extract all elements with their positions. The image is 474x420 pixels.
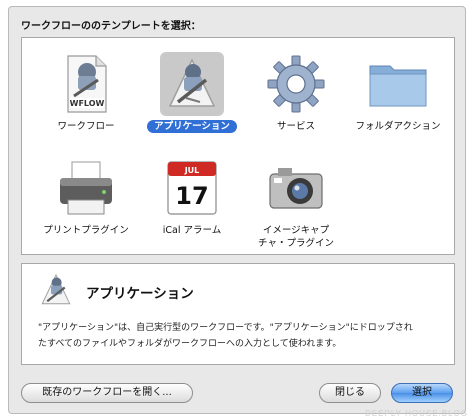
choose-button[interactable]: 選択 (391, 383, 453, 403)
template-label: サービス (276, 121, 315, 132)
template-label: アプリケーション (138, 120, 246, 133)
template-label: フォルダアクション (355, 121, 441, 132)
automator-application-icon (36, 270, 76, 310)
template-description-panel: アプリケーション "アプリケーション"は、自己実行型のワークフローです。"アプリ… (21, 263, 455, 365)
template-image-capture-plugin[interactable]: イメージキャプ チャ・プラグイン (242, 150, 350, 249)
prompt-label: ワークフローののテンプレートを選択： (21, 21, 201, 32)
template-ical-alarm[interactable]: JUL 17 iCal アラーム (138, 150, 246, 246)
template-service[interactable]: サービス (242, 46, 350, 142)
template-application[interactable]: アプリケーション (138, 46, 246, 142)
watermark: DEEPLY HOUSE.BLOG (365, 409, 468, 418)
calendar-month: JUL (184, 166, 200, 175)
wflow-label: WFLOW (70, 99, 105, 108)
wflow-document-icon: WFLOW (54, 52, 118, 116)
template-grid: WFLOW ワークフロー アプリケーション サービス フォルダアクション プリン… (21, 37, 455, 255)
template-label: iCal アラーム (162, 225, 222, 236)
open-existing-workflow-button[interactable]: 既存のワークフローを開く... (21, 383, 193, 403)
template-label: プリントプラグイン (43, 225, 129, 236)
template-label: イメージキャプ チャ・プラグイン (258, 225, 334, 249)
template-chooser-sheet: ワークフローののテンプレートを選択： WFLOW ワークフロー アプリケーション… (8, 6, 466, 414)
printer-icon (54, 156, 118, 220)
calendar-day: 17 (175, 182, 208, 210)
template-label: ワークフロー (57, 121, 115, 132)
automator-application-icon (160, 52, 224, 116)
template-folder-action[interactable]: フォルダアクション (344, 46, 452, 142)
description-text: "アプリケーション"は、自己実行型のワークフローです。"アプリケーション"にドロ… (38, 323, 413, 349)
description-title: アプリケーション (86, 286, 194, 302)
camera-icon (264, 156, 328, 220)
template-workflow[interactable]: WFLOW ワークフロー (32, 46, 140, 142)
gear-icon (264, 52, 328, 116)
folder-icon (366, 52, 430, 116)
calendar-icon: JUL 17 (160, 156, 224, 220)
template-print-plugin[interactable]: プリントプラグイン (32, 150, 140, 246)
close-button[interactable]: 閉じる (319, 383, 381, 403)
